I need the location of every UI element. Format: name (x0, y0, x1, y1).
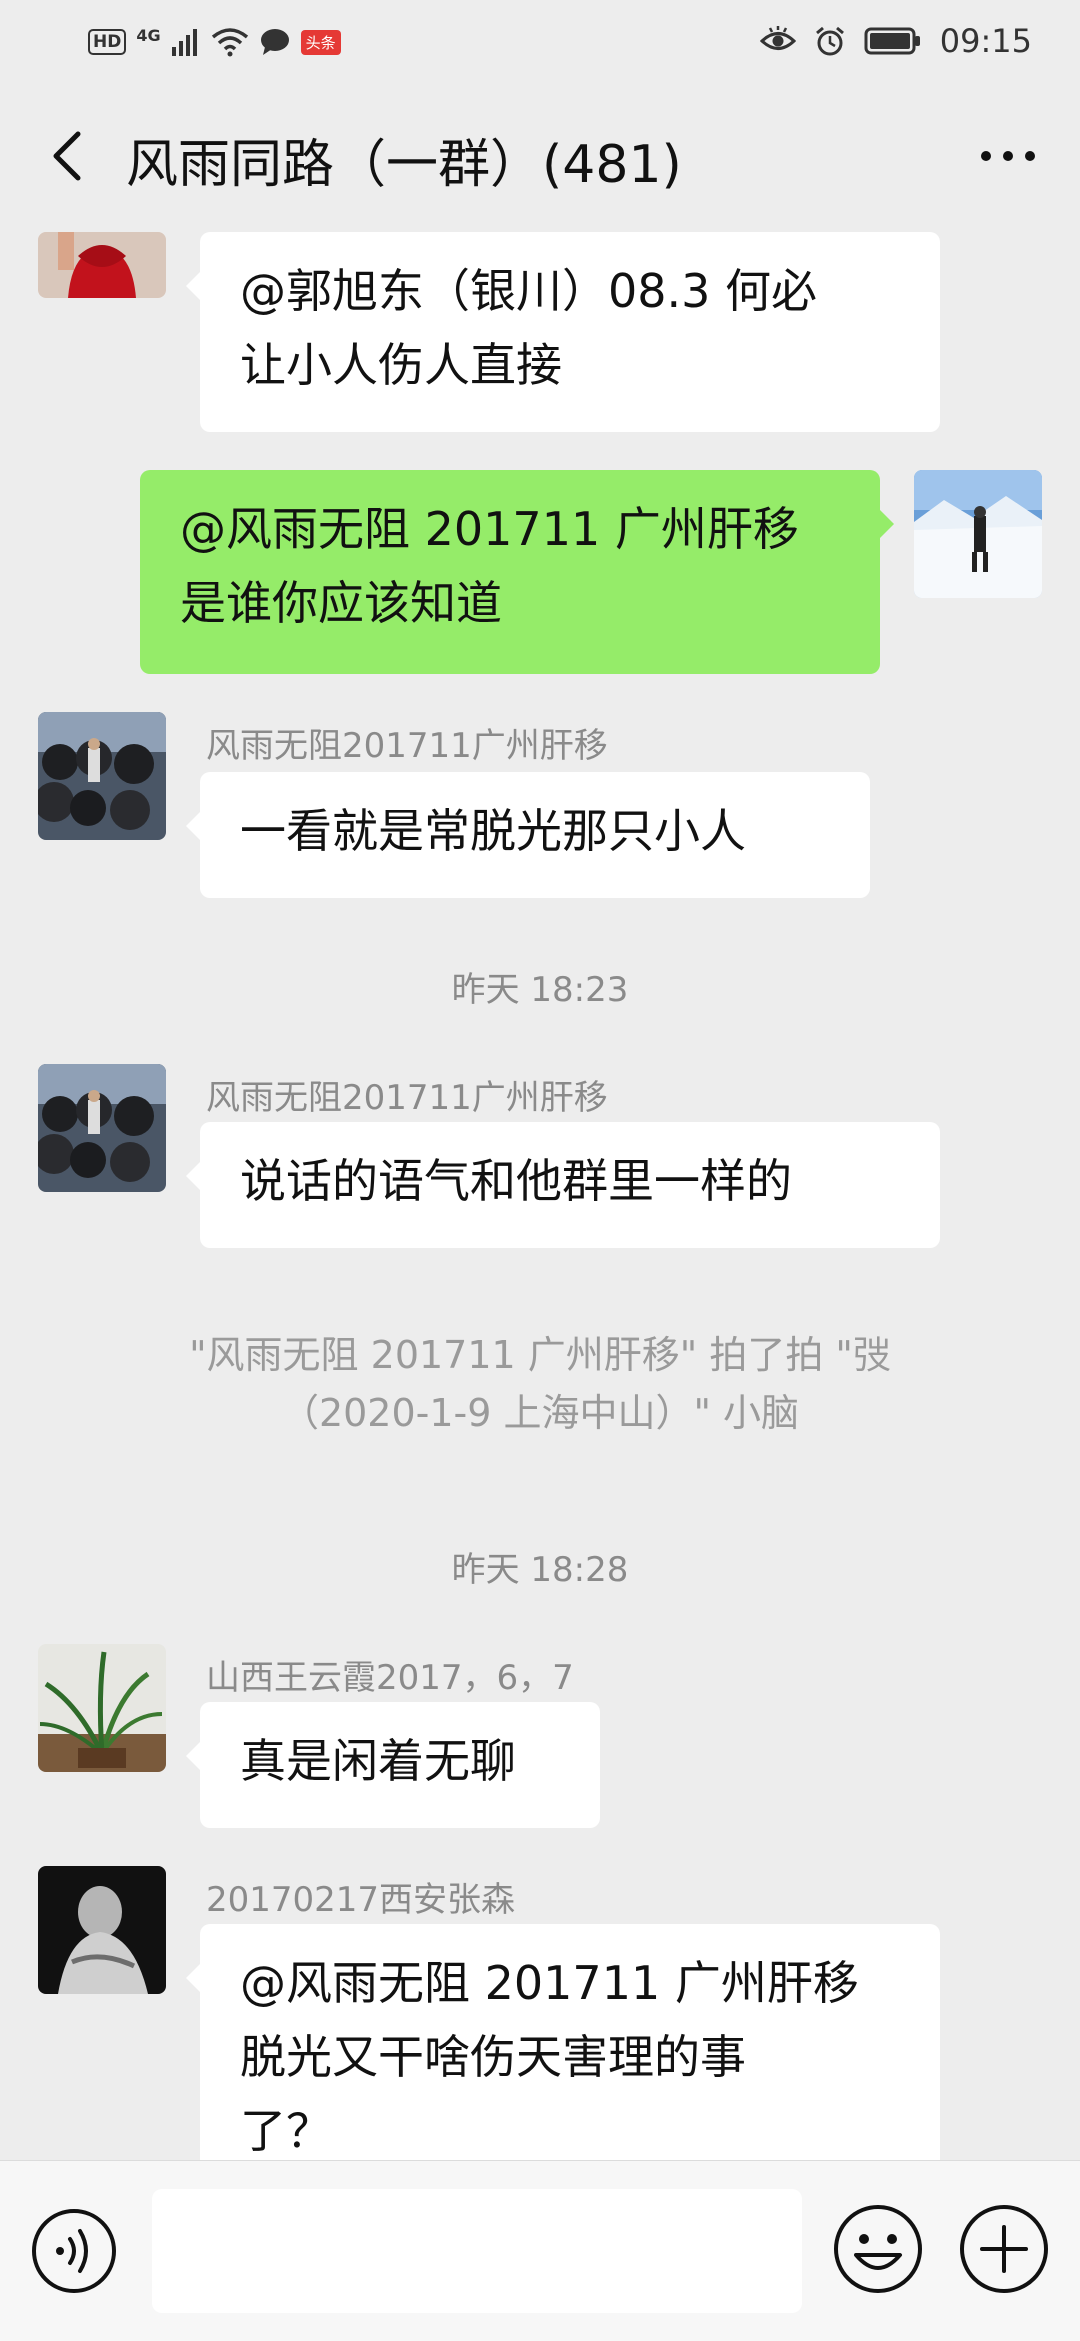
alarm-icon (815, 26, 844, 56)
eye-icon (759, 26, 796, 50)
system-line: "风雨无阻 201711 广州肝移" 拍了拍 "弢 (189, 1333, 891, 1377)
hd-icon: HD (88, 29, 127, 55)
message-line: 了？ (240, 2104, 332, 2158)
status-right: 09:15 (759, 18, 1032, 64)
back-arrow-icon[interactable] (40, 124, 100, 188)
message-bubble[interactable]: 一看就是常脱光那只小人 (186, 772, 870, 898)
message-bubble-outgoing[interactable]: @风雨无阻 201711 广州肝移 是谁你应该知道 (140, 470, 894, 674)
network-type: 4G (136, 26, 161, 45)
chat-header: 风雨同路（一群）(481) (0, 84, 1080, 230)
message-line: 脱光又干啥伤天害理的事 (240, 2030, 746, 2084)
avatar-bw-figure[interactable] (38, 1866, 166, 1994)
system-line: （2020-1-9 上海中山）" 小脑 (280, 1391, 800, 1435)
timestamp: 昨天 18:23 (451, 970, 629, 1010)
avatar-tires[interactable] (38, 1064, 166, 1192)
message-bubble[interactable]: @郭旭东（银川）08.3 何必 让小人伤人直接 (186, 232, 940, 432)
message-line: 是谁你应该知道 (180, 576, 502, 630)
message-line: 真是闲着无聊 (240, 1734, 516, 1788)
avatar-tires[interactable] (38, 712, 166, 840)
signal-icon (171, 29, 197, 56)
message-bubble[interactable]: 真是闲着无聊 (186, 1702, 600, 1828)
system-message: "风雨无阻 201711 广州肝移" 拍了拍 "弢 （2020-1-9 上海中山… (150, 1326, 930, 1442)
voice-icon[interactable] (30, 2207, 118, 2295)
avatar-snow-skier[interactable] (914, 470, 1042, 598)
message-line: @郭旭东（银川）08.3 何必 (240, 264, 818, 318)
wifi-icon (211, 28, 248, 57)
sender-name: 20170217西安张森 (206, 1880, 516, 1920)
message-input[interactable] (152, 2189, 802, 2313)
sender-name: 山西王云霞2017，6，7 (206, 1658, 574, 1698)
status-left: HD 4G 头条 (88, 22, 341, 62)
message-line: 说话的语气和他群里一样的 (240, 1154, 792, 1208)
status-bar: HD 4G 头条 09:15 (0, 0, 1080, 84)
plus-icon[interactable] (958, 2203, 1050, 2295)
sender-name: 风雨无阻201711广州肝移 (206, 1078, 608, 1118)
message-line: 一看就是常脱光那只小人 (240, 804, 746, 858)
emoji-icon[interactable] (832, 2203, 924, 2295)
status-time: 09:15 (939, 22, 1032, 60)
avatar-orchid[interactable] (38, 1644, 166, 1772)
news-badge: 头条 (300, 29, 341, 55)
chat-notification-icon (260, 29, 289, 55)
message-bubble[interactable]: 说话的语气和他群里一样的 (186, 1122, 940, 1248)
message-line: @风雨无阻 201711 广州肝移 (180, 502, 799, 556)
message-line: 让小人伤人直接 (240, 338, 562, 392)
more-dots-icon[interactable] (976, 134, 1040, 178)
chat-title: 风雨同路（一群）(481) (126, 135, 682, 195)
timestamp: 昨天 18:28 (451, 1550, 629, 1590)
input-bar (0, 2160, 1080, 2341)
battery-icon (864, 27, 920, 55)
message-line: @风雨无阻 201711 广州肝移 (240, 1956, 859, 2010)
sender-name: 风雨无阻201711广州肝移 (206, 726, 608, 766)
